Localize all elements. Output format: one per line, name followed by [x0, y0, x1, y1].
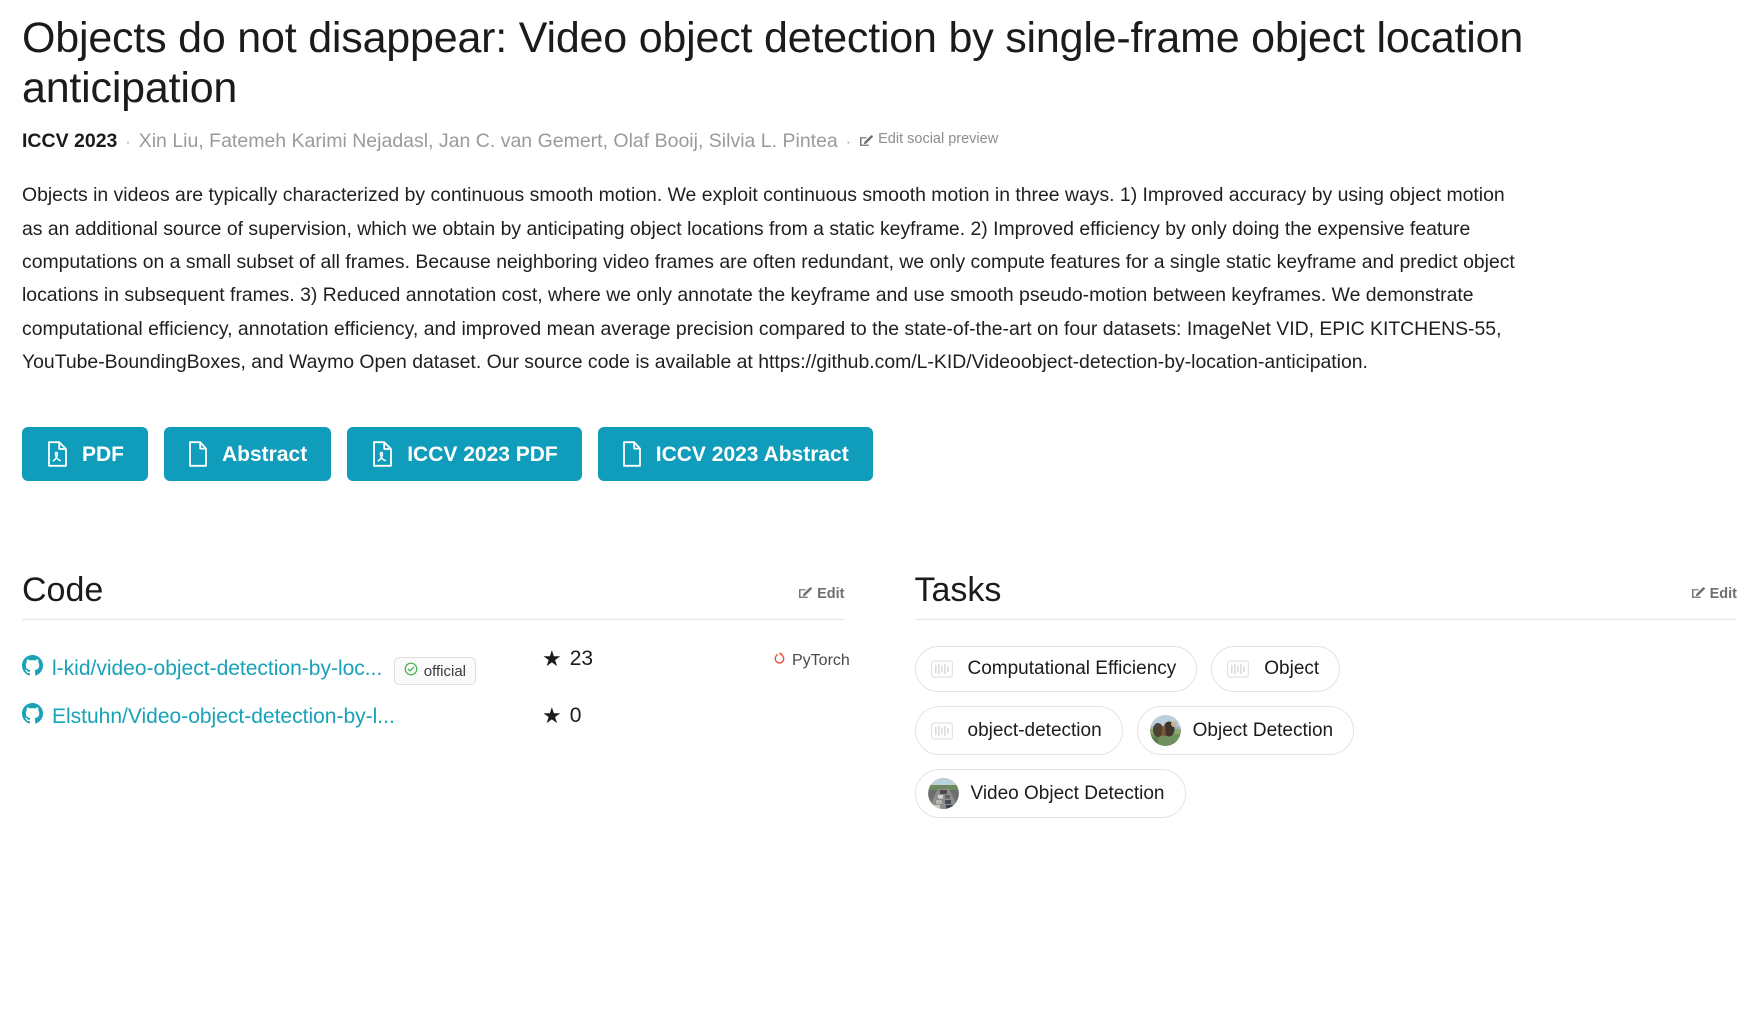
pytorch-icon [772, 650, 787, 672]
tasks-edit-label: Edit [1709, 586, 1737, 603]
tasks-section-divider [914, 619, 1737, 621]
image-placeholder-icon [1224, 655, 1252, 683]
image-placeholder-icon [928, 717, 956, 745]
venue-abstract-button[interactable]: ICCV 2023 Abstract [597, 427, 873, 482]
code-edit-label: Edit [817, 586, 845, 603]
file-icon [188, 441, 208, 468]
framework-label: PyTorch [772, 646, 850, 672]
pdf-button-label: PDF [82, 442, 124, 466]
action-button-row: PDF Abstract ICCV 2023 PDF ICCV 2023 Abs… [22, 427, 1737, 482]
image-placeholder-icon [928, 655, 956, 683]
abstract-text: Objects in videos are typically characte… [22, 184, 1515, 374]
pdf-file-icon [46, 441, 68, 468]
task-chip-list: Computational Efficiency Object object-d… [914, 646, 1555, 819]
task-chip-label: Object [1264, 658, 1320, 680]
star-count-value: 0 [569, 704, 582, 728]
file-icon [622, 441, 642, 468]
task-chip-label: Object Detection [1192, 719, 1334, 741]
abstract-button[interactable]: Abstract [164, 427, 332, 482]
repo-name: Elstuhn/Video-object-detection-by-l... [52, 705, 395, 729]
check-circle-icon [404, 662, 418, 680]
task-chip[interactable]: object-detection [914, 706, 1123, 756]
venue-pdf-button-label: ICCV 2023 PDF [407, 442, 558, 466]
framework-name: PyTorch [792, 652, 850, 670]
meta-separator-1: · [125, 133, 131, 151]
repo-link[interactable]: l-kid/video-object-detection-by-loc... [22, 655, 382, 683]
table-row: Elstuhn/Video-object-detection-by-l... ★… [22, 703, 845, 731]
code-section: Code Edit l-kid/video-object-detection-b… [22, 573, 850, 818]
code-section-header: Code Edit [22, 573, 845, 619]
task-chip[interactable]: Object Detection [1136, 706, 1355, 756]
tasks-section-header: Tasks Edit [915, 573, 1738, 619]
status-badge: official [393, 657, 477, 686]
venue-pdf-button[interactable]: ICCV 2023 PDF [347, 427, 582, 482]
github-icon [22, 703, 43, 731]
table-row: l-kid/video-object-detection-by-loc... o… [22, 646, 850, 686]
edit-social-preview-label: Edit social preview [878, 131, 999, 148]
github-icon [22, 655, 43, 683]
repo-main-cell: Elstuhn/Video-object-detection-by-l... [22, 703, 542, 731]
star-count-value: 23 [569, 647, 594, 671]
status-badge-label: official [423, 662, 467, 680]
paper-page: Objects do not disappear: Video object d… [0, 0, 1759, 1018]
task-chip[interactable]: Computational Efficiency [914, 646, 1198, 693]
tasks-section-title: Tasks [914, 571, 1002, 610]
star-icon: ★ [542, 703, 562, 729]
repo-name: l-kid/video-object-detection-by-loc... [52, 657, 383, 681]
task-chip[interactable]: Video Object Detection [914, 769, 1186, 819]
task-chip-label: object-detection [967, 719, 1102, 741]
code-section-divider [22, 619, 845, 621]
repo-link[interactable]: Elstuhn/Video-object-detection-by-l... [22, 703, 395, 731]
tasks-edit-link[interactable]: Edit [1691, 585, 1737, 607]
pencil-square-icon [1691, 585, 1705, 603]
star-count: ★ 0 [542, 703, 772, 728]
pdf-file-icon [371, 441, 393, 468]
star-icon: ★ [542, 646, 562, 672]
tasks-section: Tasks Edit Computational Efficiency Obje… [914, 573, 1738, 819]
code-edit-link[interactable]: Edit [798, 585, 845, 607]
star-count: ★ 23 [542, 646, 772, 671]
task-thumbnail [1149, 715, 1181, 747]
task-chip-label: Video Object Detection [970, 782, 1165, 804]
pencil-square-icon [798, 585, 812, 603]
code-section-title: Code [22, 571, 104, 610]
meta-separator-2: · [845, 133, 852, 151]
abstract-button-label: Abstract [222, 442, 308, 466]
task-chip[interactable]: Object [1211, 646, 1341, 693]
pencil-square-icon [859, 133, 873, 147]
pdf-button[interactable]: PDF [22, 427, 148, 482]
sections-row: Code Edit l-kid/video-object-detection-b… [22, 573, 1738, 819]
repo-main-cell: l-kid/video-object-detection-by-loc... o… [22, 646, 542, 686]
venue-abstract-button-label: ICCV 2023 Abstract [655, 442, 849, 466]
author-list: Xin Liu, Fatemeh Karimi Nejadasl, Jan C.… [138, 129, 838, 152]
paper-meta: ICCV 2023 · Xin Liu, Fatemeh Karimi Neja… [22, 130, 1737, 153]
venue-badge: ICCV 2023 [22, 129, 118, 152]
task-thumbnail [927, 778, 959, 810]
task-chip-label: Computational Efficiency [967, 658, 1177, 680]
edit-social-preview-link[interactable]: Edit social preview [859, 131, 998, 148]
page-title: Objects do not disappear: Video object d… [22, 14, 1524, 112]
